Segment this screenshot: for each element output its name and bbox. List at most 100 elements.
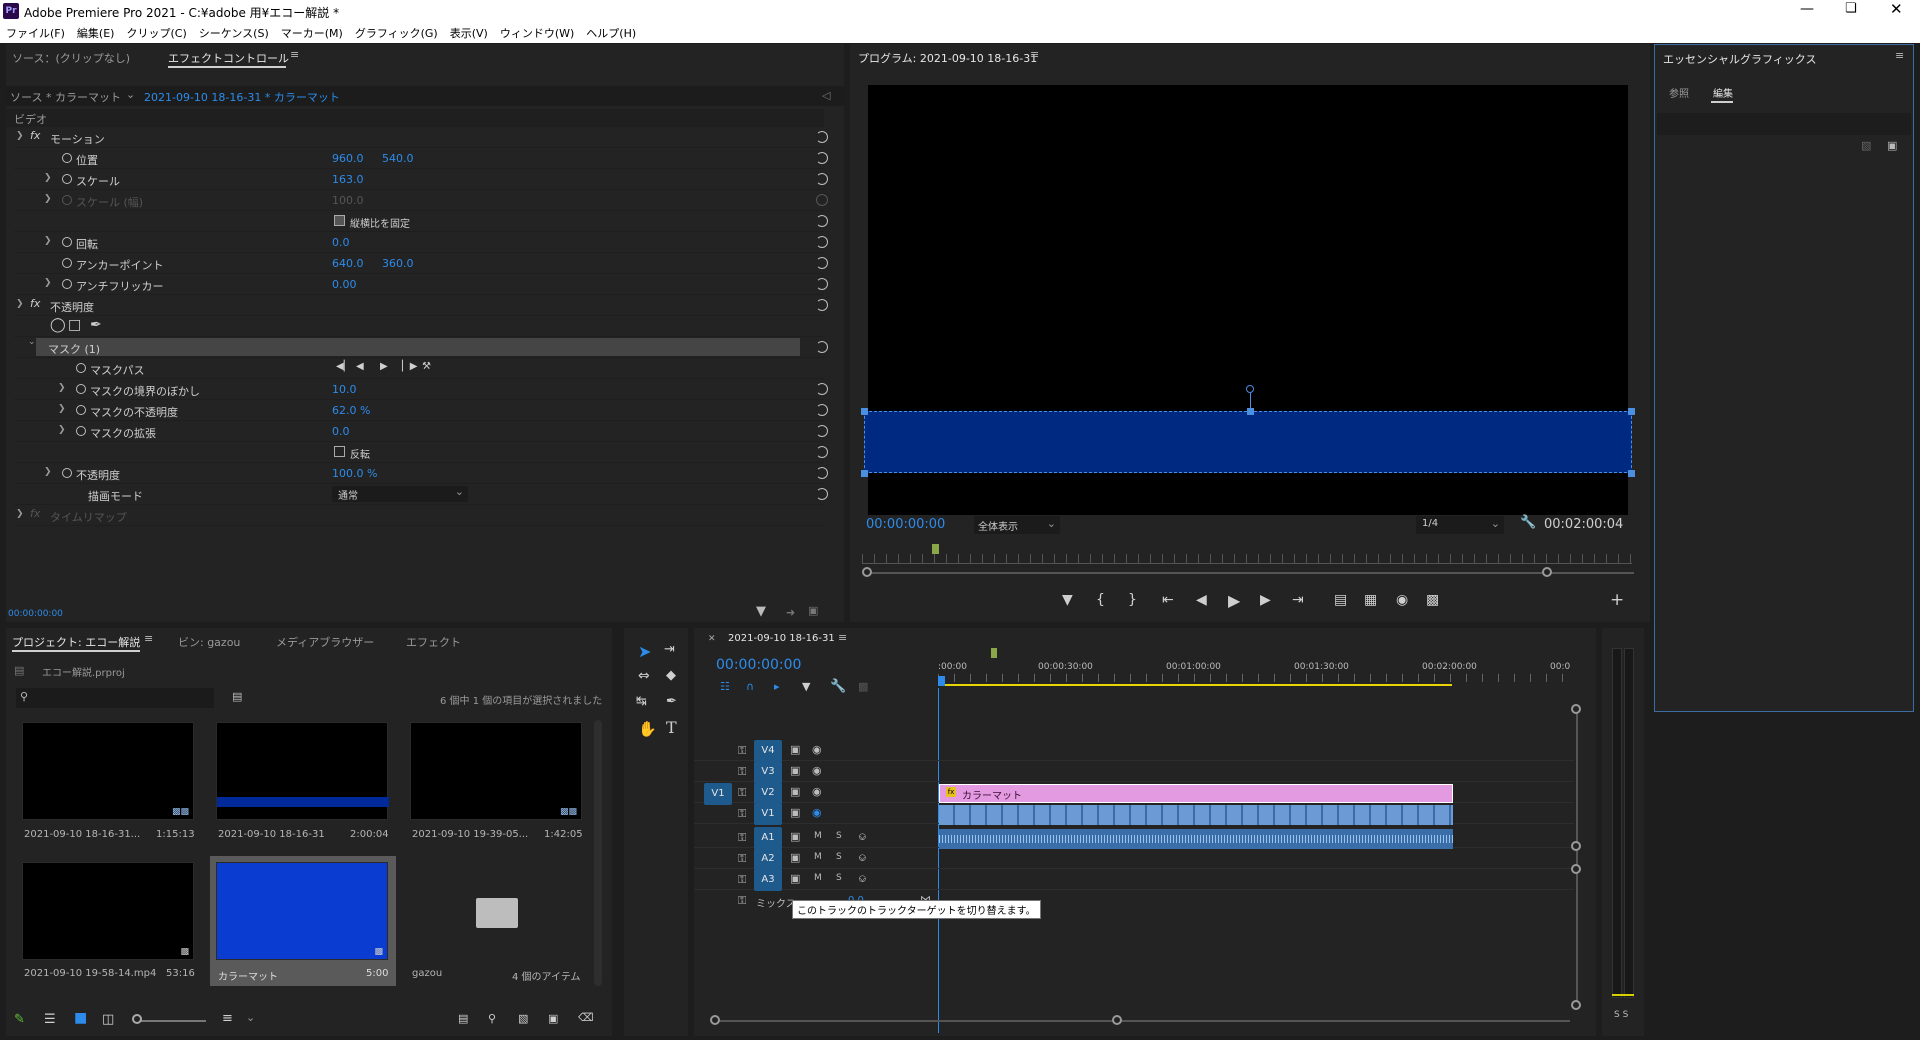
solo-button[interactable]: S — [836, 852, 842, 862]
stopwatch-icon[interactable] — [76, 426, 86, 436]
video-canvas[interactable] — [861, 85, 1635, 515]
stopwatch-icon[interactable] — [62, 258, 72, 268]
checkbox[interactable] — [334, 446, 345, 457]
project-item-thumbnail[interactable] — [216, 722, 389, 820]
text-tool-icon[interactable]: T — [666, 718, 677, 737]
monitor-ruler[interactable] — [862, 554, 1632, 564]
stopwatch-icon[interactable] — [76, 405, 86, 415]
tab-edit[interactable]: 編集 — [1713, 85, 1733, 100]
property-value[interactable]: 163.0 — [332, 173, 364, 186]
expand-arrow-icon[interactable]: ❯ — [58, 383, 66, 393]
wrench-icon[interactable]: 🔧 — [830, 679, 846, 694]
source-patch-v1[interactable]: V1 — [704, 783, 732, 805]
expand-arrow-icon[interactable]: ❯ — [44, 194, 52, 204]
property-value[interactable]: 0.00 — [332, 278, 357, 291]
expand-arrow-icon[interactable]: ❯ — [44, 236, 52, 246]
menu-marker[interactable]: マーカー(M) — [281, 25, 343, 41]
timeline-horizontal-scroll[interactable] — [714, 1020, 1570, 1022]
expand-arrow-icon[interactable]: ❯ — [58, 425, 66, 435]
snap-icon[interactable]: ∩ — [746, 680, 754, 693]
new-item-icon[interactable]: ▣ — [548, 1012, 558, 1025]
audio-clip[interactable] — [939, 829, 1453, 849]
expand-arrow-icon[interactable]: ❯ — [16, 299, 24, 309]
collapse-arrow-icon[interactable]: ◁ — [822, 89, 830, 102]
minimize-button[interactable]: — — [1800, 1, 1814, 17]
eye-icon[interactable]: ◉ — [812, 764, 822, 777]
extract-icon[interactable]: ▦ — [1364, 592, 1377, 608]
go-to-out-icon[interactable]: ⇥ — [1292, 592, 1304, 608]
solo-button[interactable]: S — [836, 873, 842, 883]
lock-icon[interactable]: ⚿ — [738, 807, 746, 821]
scroll-handle[interactable] — [710, 1015, 720, 1025]
insert-sequence-icon[interactable]: ☷ — [720, 680, 730, 693]
add-marker-icon[interactable]: ▼ — [1062, 592, 1073, 608]
track-target-v1[interactable]: V1 — [754, 803, 782, 825]
menu-edit[interactable]: 編集(E) — [77, 25, 115, 41]
project-item-thumbnail[interactable]: ▩▩ — [22, 722, 194, 820]
play-icon[interactable]: ▶ — [1228, 591, 1240, 610]
go-to-in-icon[interactable]: ⇤ — [1162, 592, 1174, 608]
sync-lock-icon[interactable]: ▣ — [790, 851, 800, 864]
step-backward-icon[interactable]: ◀ — [356, 361, 364, 372]
reset-icon[interactable] — [816, 278, 828, 290]
tab-bin[interactable]: ビン: gazou — [178, 634, 240, 650]
property-value[interactable]: 540.0 — [382, 152, 414, 165]
reset-icon[interactable] — [816, 215, 828, 227]
panel-menu-icon[interactable]: ≡ — [144, 632, 153, 645]
captions-icon[interactable]: ▩ — [858, 680, 868, 693]
wrench-icon[interactable]: ⚒ — [422, 361, 431, 372]
menu-clip[interactable]: クリップ(C) — [126, 25, 186, 41]
icon-view-icon[interactable]: ■ — [74, 1010, 87, 1026]
timeline-timecode[interactable]: 00:00:00:00 — [716, 657, 801, 673]
slider-handle[interactable] — [132, 1014, 142, 1024]
program-timecode[interactable]: 00:00:00:00 — [866, 517, 945, 532]
fx-icon[interactable]: fx — [30, 129, 40, 142]
property-value[interactable]: 10.0 — [332, 383, 357, 396]
lock-icon[interactable]: ⚿ — [738, 744, 746, 758]
lock-icon[interactable]: ⚿ — [738, 852, 746, 866]
stopwatch-icon[interactable] — [62, 468, 72, 478]
thumbnail-size-slider[interactable] — [136, 1020, 206, 1022]
add-button-icon[interactable]: + — [1610, 590, 1624, 610]
mute-button[interactable]: M — [814, 852, 822, 862]
property-value[interactable]: 62.0 % — [332, 404, 370, 417]
tab-source[interactable]: ソース：(クリップなし) — [12, 50, 130, 66]
sort-icon[interactable]: ≡ — [222, 1011, 233, 1026]
mark-out-icon[interactable]: } — [1128, 592, 1137, 608]
project-item-thumbnail[interactable]: ▩▩ — [410, 722, 582, 820]
filter-icon[interactable]: ▼ — [756, 604, 766, 619]
hand-icon[interactable]: ✋ — [638, 720, 657, 738]
eye-icon[interactable]: ◉ — [812, 806, 822, 819]
scroll-handle[interactable] — [1571, 841, 1581, 851]
lock-icon[interactable]: ⚿ — [738, 894, 746, 908]
sequence-label[interactable]: 2021-09-10 18-16-31 * カラーマット — [144, 89, 340, 105]
track-target-a3[interactable]: A3 — [754, 869, 782, 891]
solo-button[interactable]: S — [836, 831, 842, 841]
tab-browse[interactable]: 参照 — [1669, 85, 1689, 100]
expand-arrow-icon[interactable]: ❯ — [44, 278, 52, 288]
pen-icon[interactable]: ✒ — [666, 694, 677, 709]
stopwatch-icon[interactable] — [62, 237, 72, 247]
reset-icon[interactable] — [816, 131, 828, 143]
step-forward-icon[interactable]: ▶ — [1260, 592, 1271, 608]
export-icon[interactable]: ➜ — [786, 606, 795, 619]
panel-menu-icon[interactable]: ≡ — [838, 631, 847, 644]
list-view-icon[interactable]: ☰ — [44, 1012, 56, 1027]
stopwatch-icon[interactable] — [62, 279, 72, 289]
property-value[interactable]: 960.0 — [332, 152, 364, 165]
zoom-scroll-bar[interactable] — [864, 572, 1634, 574]
scroll-handle[interactable] — [1571, 864, 1581, 874]
chevron-down-icon[interactable]: ⌄ — [126, 88, 135, 101]
reset-icon[interactable] — [816, 467, 828, 479]
reset-icon[interactable] — [816, 236, 828, 248]
clip-icon[interactable]: ▣ — [808, 604, 818, 617]
trash-icon[interactable]: ⌫ — [578, 1011, 594, 1024]
track-target-v3[interactable]: V3 — [754, 761, 782, 783]
automate-to-sequence-icon[interactable]: ▤ — [458, 1012, 468, 1025]
in-marker[interactable] — [991, 648, 997, 658]
reset-icon[interactable] — [816, 488, 828, 500]
anchor-handle[interactable] — [1246, 385, 1254, 393]
chevron-down-icon[interactable]: ⌄ — [246, 1011, 255, 1024]
pencil-icon[interactable]: ✎ — [14, 1012, 25, 1027]
razor-icon[interactable]: ◆ — [666, 668, 676, 683]
